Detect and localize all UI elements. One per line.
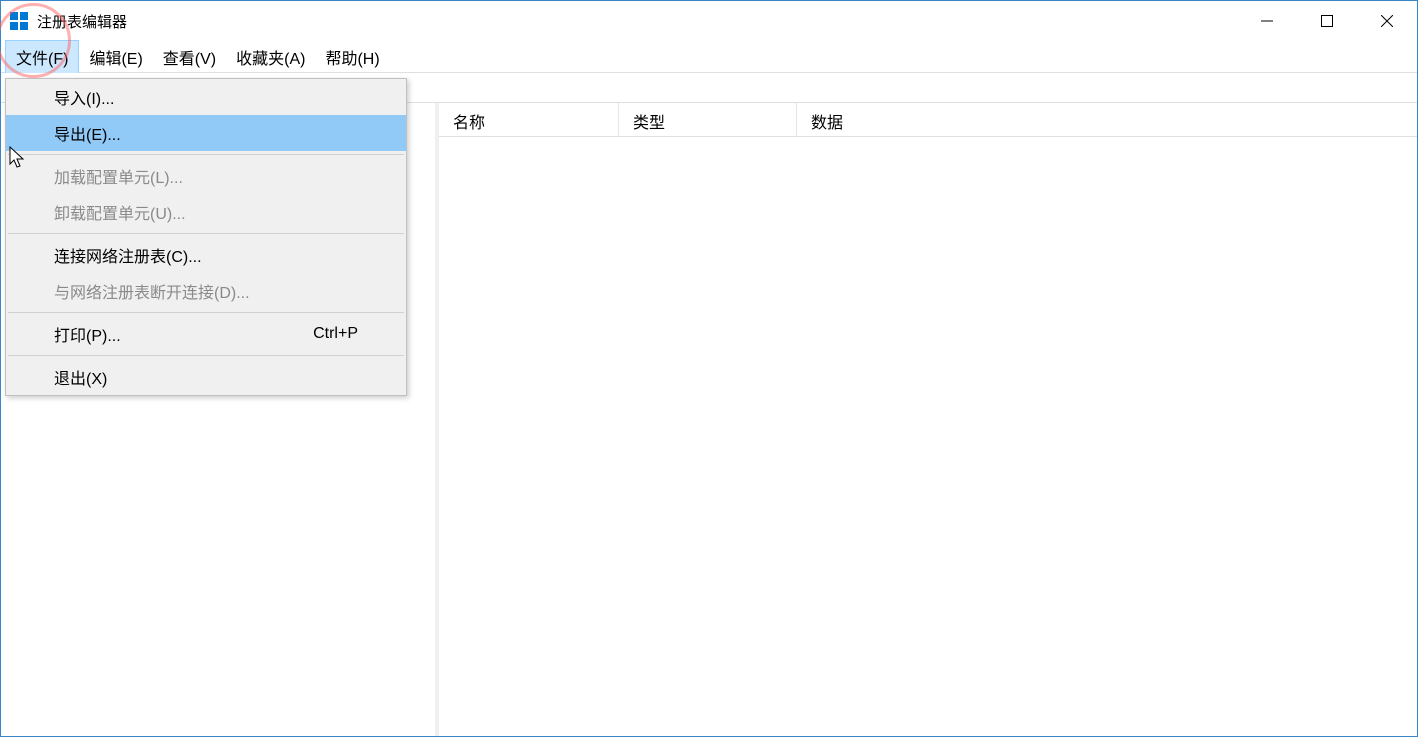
list-panel: 名称 类型 数据	[439, 103, 1417, 736]
menu-load-hive-label: 加载配置单元(L)...	[54, 164, 183, 188]
menu-exit-label: 退出(X)	[54, 365, 107, 389]
menu-export-label: 导出(E)...	[54, 121, 121, 145]
menu-print-shortcut: Ctrl+P	[313, 325, 358, 343]
menu-help[interactable]: 帮助(H)	[315, 41, 389, 73]
menu-import[interactable]: 导入(I)...	[6, 79, 406, 115]
window-title: 注册表编辑器	[37, 11, 1237, 32]
menu-favorites[interactable]: 收藏夹(A)	[226, 41, 315, 73]
menu-view[interactable]: 查看(V)	[153, 41, 226, 73]
app-icon	[9, 11, 29, 31]
titlebar: 注册表编辑器	[1, 1, 1417, 41]
menu-separator	[8, 233, 404, 234]
menu-connect-network-label: 连接网络注册表(C)...	[54, 243, 202, 267]
menu-print-label: 打印(P)...	[54, 322, 121, 346]
column-header-data[interactable]: 数据	[797, 103, 1247, 136]
menu-exit[interactable]: 退出(X)	[6, 359, 406, 395]
menu-unload-hive: 卸载配置单元(U)...	[6, 194, 406, 230]
list-header: 名称 类型 数据	[439, 103, 1417, 137]
column-header-name[interactable]: 名称	[439, 103, 619, 136]
menu-print[interactable]: 打印(P)... Ctrl+P	[6, 316, 406, 352]
close-button[interactable]	[1357, 1, 1417, 41]
menu-load-hive: 加载配置单元(L)...	[6, 158, 406, 194]
column-header-spacer	[1247, 103, 1417, 136]
menu-edit[interactable]: 编辑(E)	[79, 41, 152, 73]
menubar: 文件(F) 编辑(E) 查看(V) 收藏夹(A) 帮助(H)	[1, 41, 1417, 73]
menu-file[interactable]: 文件(F)	[5, 40, 79, 74]
menu-disconnect-network: 与网络注册表断开连接(D)...	[6, 273, 406, 309]
menu-disconnect-network-label: 与网络注册表断开连接(D)...	[54, 279, 250, 303]
column-header-type[interactable]: 类型	[619, 103, 797, 136]
menu-unload-hive-label: 卸载配置单元(U)...	[54, 200, 186, 224]
menu-connect-network[interactable]: 连接网络注册表(C)...	[6, 237, 406, 273]
menu-separator	[8, 154, 404, 155]
menu-export[interactable]: 导出(E)...	[6, 115, 406, 151]
file-dropdown-menu: 导入(I)... 导出(E)... 加载配置单元(L)... 卸载配置单元(U)…	[5, 78, 407, 396]
menu-separator	[8, 355, 404, 356]
minimize-button[interactable]	[1237, 1, 1297, 41]
maximize-button[interactable]	[1297, 1, 1357, 41]
menu-separator	[8, 312, 404, 313]
menu-import-label: 导入(I)...	[54, 85, 114, 109]
